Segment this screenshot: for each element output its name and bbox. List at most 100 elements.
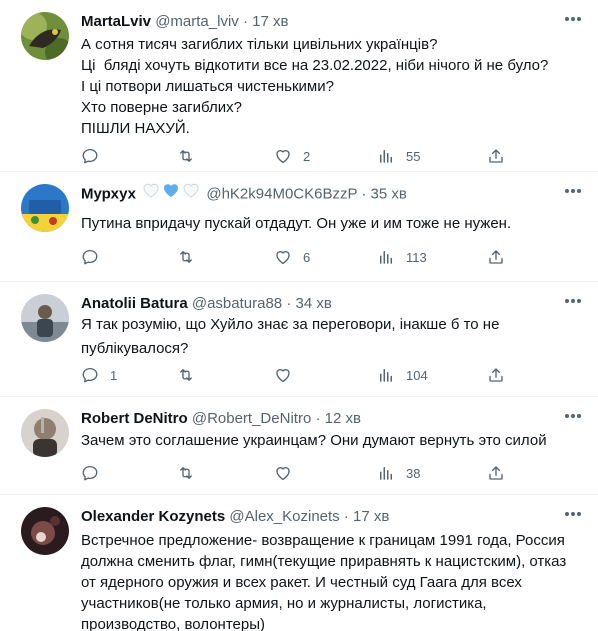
timestamp[interactable]: 17 хв: [252, 13, 288, 30]
views-button[interactable]: 104: [377, 365, 428, 385]
text-line: производство, волонтеры): [81, 616, 265, 631]
tweet-text: Я так розумію, що Хуйло знає за перегово…: [81, 313, 578, 361]
timestamp[interactable]: 35 хв: [371, 185, 407, 202]
tweet-header: Robert DeNitro @Robert_DeNitro · 12 хв: [81, 408, 578, 430]
retweet-icon: [177, 366, 195, 384]
text-line: участников(не только армия, но и журнали…: [81, 595, 487, 612]
tweet[interactable]: Robert DeNitro @Robert_DeNitro · 12 хв З…: [0, 397, 598, 495]
timestamp[interactable]: 34 хв: [296, 295, 332, 312]
views-button[interactable]: 38: [377, 463, 420, 483]
more-options-icon[interactable]: [564, 511, 582, 517]
timestamp[interactable]: 17 хв: [353, 508, 389, 525]
retweet-button[interactable]: [177, 365, 206, 385]
tweet-header: MartaLviv @marta_lviv · 17 хв: [81, 11, 578, 33]
view-count: 113: [406, 249, 427, 265]
text-line: публікувалося?: [81, 340, 189, 357]
display-name[interactable]: MartaLviv: [81, 13, 151, 30]
analytics-icon: [377, 464, 395, 482]
share-button[interactable]: [487, 365, 505, 385]
reply-icon: [81, 366, 99, 384]
text-line: Хто поверне загиблих?: [81, 99, 242, 116]
view-count: 104: [406, 367, 428, 383]
text-line: А сотня тисяч загиблих тільки цивільних …: [81, 36, 438, 53]
like-button[interactable]: 2: [274, 146, 310, 166]
text-line: Путина впридачу пускай отдадут. Он уже и…: [81, 215, 512, 232]
tweet[interactable]: Olexander Kozynets @Alex_Kozinets · 17 х…: [0, 495, 598, 631]
tweet-text: А сотня тисяч загиблих тільки цивільних …: [81, 34, 578, 139]
text-line: Ці бляді хочуть відкотити все на 23.02.2…: [81, 57, 549, 74]
tweet-text: Зачем это соглашение украинцам? Они дума…: [81, 430, 578, 451]
action-bar: 2 55: [81, 146, 578, 166]
tweet[interactable]: Anatolii Batura @asbatura88 · 34 хв Я та…: [0, 282, 598, 397]
share-icon: [487, 464, 505, 482]
text-line: от ядерного оружия и всех ракет. И честн…: [81, 574, 522, 591]
tweet-header: Anatolii Batura @asbatura88 · 34 хв: [81, 293, 578, 315]
like-count: 2: [303, 148, 311, 164]
view-count: 55: [406, 148, 421, 164]
action-bar: 1 104: [81, 365, 578, 385]
heart-icon: [274, 248, 292, 266]
text-line: Я так розумію, що Хуйло знає за перегово…: [81, 316, 500, 333]
reply-button[interactable]: [81, 247, 110, 267]
white-heart-icon: [143, 183, 159, 198]
share-button[interactable]: [487, 463, 505, 483]
like-button[interactable]: [274, 463, 303, 483]
action-bar: 38: [81, 463, 578, 483]
views-button[interactable]: 113: [377, 247, 427, 267]
views-button[interactable]: 55: [377, 146, 420, 166]
separator-dot: ·: [315, 410, 321, 427]
retweet-button[interactable]: [177, 146, 206, 166]
separator-dot: ·: [242, 13, 248, 30]
more-options-icon[interactable]: [564, 188, 582, 194]
analytics-icon: [377, 366, 395, 384]
reply-count: 1: [110, 367, 118, 383]
retweet-button[interactable]: [177, 463, 206, 483]
share-button[interactable]: [487, 146, 505, 166]
action-bar: 6 113: [81, 247, 578, 267]
display-name[interactable]: Olexander Kozynets: [81, 508, 225, 525]
text-line: Зачем это соглашение украинцам? Они дума…: [81, 432, 547, 449]
white-heart-icon: [183, 183, 199, 198]
handle[interactable]: @Alex_Kozinets: [229, 508, 339, 525]
handle[interactable]: @marta_lviv: [155, 13, 239, 30]
reply-icon: [81, 248, 99, 266]
share-button[interactable]: [487, 247, 505, 267]
avatar[interactable]: [21, 12, 69, 60]
avatar[interactable]: [21, 507, 69, 555]
heart-icon: [274, 366, 292, 384]
analytics-icon: [377, 147, 395, 165]
reply-button[interactable]: 1: [81, 365, 117, 385]
text-line: І ці потвори лишаться чистенькими?: [81, 78, 334, 95]
tweet-header: Мурхух @hK2k94M0CK6BzzP · 35 хв: [81, 183, 578, 205]
display-name[interactable]: Anatolii Batura: [81, 295, 188, 312]
tweet[interactable]: MartaLviv @marta_lviv · 17 хв А сотня ти…: [0, 0, 598, 172]
avatar[interactable]: [21, 294, 69, 342]
tweet[interactable]: Мурхух @hK2k94M0CK6BzzP · 35 хв Путина в…: [0, 172, 598, 282]
separator-dot: ·: [343, 508, 349, 525]
display-name[interactable]: Robert DeNitro: [81, 410, 188, 427]
avatar[interactable]: [21, 184, 69, 232]
timestamp[interactable]: 12 хв: [325, 410, 361, 427]
more-options-icon[interactable]: [564, 16, 582, 22]
text-line: Встречное предложение- возвращение к гра…: [81, 532, 565, 549]
reply-icon: [81, 147, 99, 165]
like-button[interactable]: 6: [274, 247, 310, 267]
avatar[interactable]: [21, 409, 69, 457]
more-options-icon[interactable]: [564, 413, 582, 419]
more-options-icon[interactable]: [564, 298, 582, 304]
display-name[interactable]: Мурхух: [81, 185, 136, 202]
tweet-text: Путина впридачу пускай отдадут. Он уже и…: [81, 213, 578, 234]
share-icon: [487, 366, 505, 384]
handle[interactable]: @Robert_DeNitro: [192, 410, 311, 427]
share-icon: [487, 248, 505, 266]
reply-button[interactable]: [81, 146, 110, 166]
handle[interactable]: @hK2k94M0CK6BzzP: [206, 185, 357, 202]
view-count: 38: [406, 465, 421, 481]
handle[interactable]: @asbatura88: [192, 295, 282, 312]
separator-dot: ·: [361, 185, 367, 203]
blue-heart-icon: [164, 184, 179, 197]
like-button[interactable]: [274, 365, 303, 385]
retweet-button[interactable]: [177, 247, 206, 267]
name-hearts: [141, 183, 201, 206]
reply-button[interactable]: [81, 463, 110, 483]
